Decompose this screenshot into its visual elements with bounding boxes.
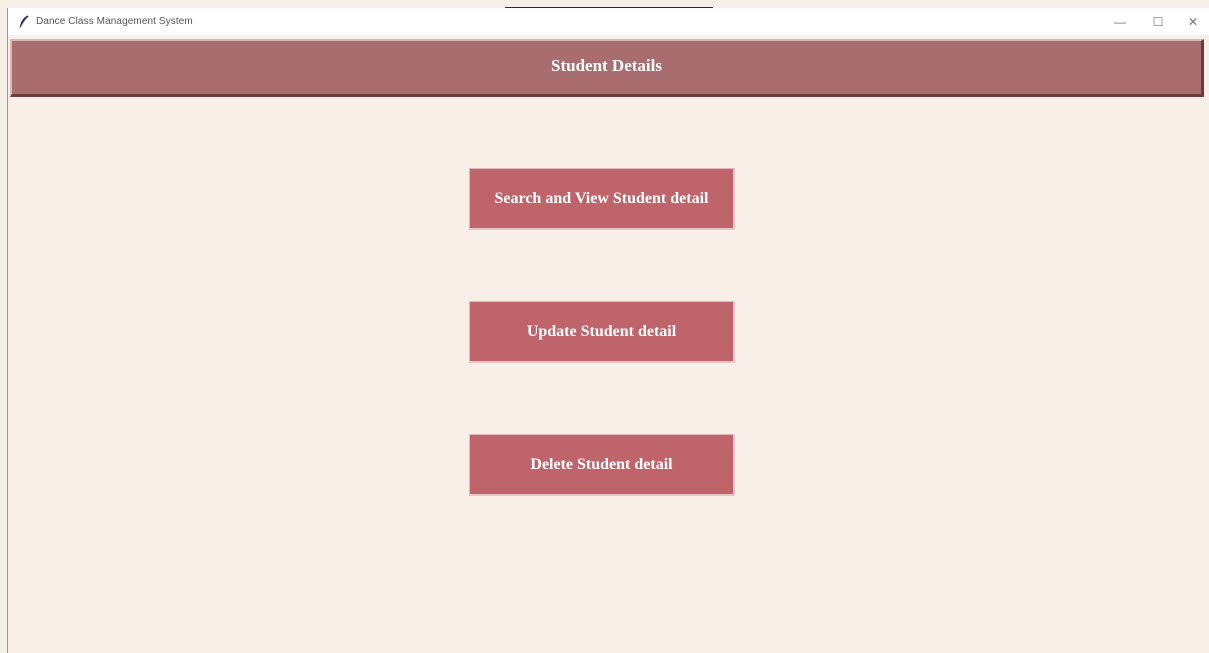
- delete-student-button[interactable]: Delete Student detail: [469, 434, 735, 496]
- window-title: Dance Class Management System: [36, 16, 193, 27]
- update-student-button[interactable]: Update Student detail: [469, 301, 735, 363]
- app-window: Dance Class Management System — ☐ ✕ Stud…: [7, 8, 1209, 653]
- maximize-icon: ☐: [1152, 14, 1164, 29]
- minimize-button[interactable]: —: [1101, 8, 1139, 35]
- minimize-icon: —: [1114, 14, 1126, 29]
- page-title: Student Details: [551, 56, 662, 75]
- feather-icon: [19, 15, 29, 28]
- close-icon: ✕: [1187, 14, 1199, 29]
- page-header: Student Details: [10, 39, 1204, 97]
- window-controls: — ☐ ✕: [1101, 8, 1209, 35]
- title-bar[interactable]: Dance Class Management System — ☐ ✕: [8, 8, 1209, 35]
- maximize-button[interactable]: ☐: [1139, 8, 1177, 35]
- search-view-student-button[interactable]: Search and View Student detail: [469, 168, 735, 230]
- close-button[interactable]: ✕: [1177, 8, 1209, 35]
